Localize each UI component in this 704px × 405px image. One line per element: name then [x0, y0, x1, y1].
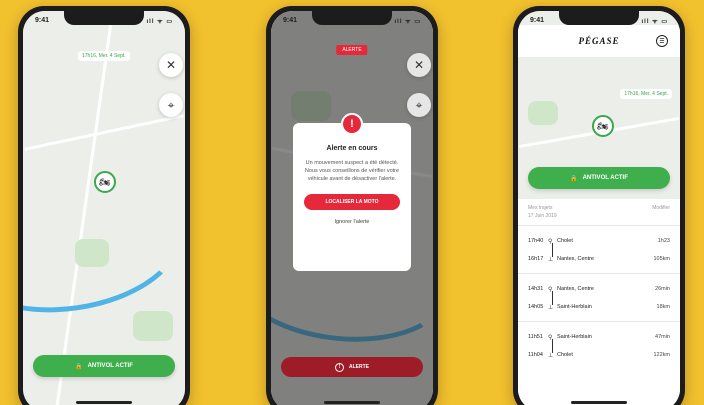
trip-start: 17h40 ⚲ Cholet 1h23: [528, 232, 670, 250]
screen-3: 9:41 ıll ᯤ ▭ PÉGASE ☰ 17h16, Mer. 4 Sept…: [518, 11, 680, 405]
alert-bottom-button[interactable]: ! ALERTE: [281, 357, 423, 377]
close-icon: ✕: [413, 58, 425, 72]
status-bar: 9:41 ıll ᯤ ▭: [530, 17, 668, 25]
trip-start-place: Nantes, Centre: [557, 286, 594, 292]
locate-button[interactable]: ⌖: [407, 93, 431, 117]
status-icons: ıll ᯤ ▭: [641, 19, 668, 25]
lock-icon: 🔒: [75, 363, 83, 370]
close-button[interactable]: ✕: [407, 53, 431, 77]
locate-moto-button[interactable]: LOCALISER LA MOTO: [304, 193, 400, 210]
trip-end-place: Saint-Herblain: [557, 304, 592, 310]
trip-item[interactable]: 17h40 ⚲ Cholet 1h23 16h17 ⊥ Nantes, Cent…: [518, 225, 680, 273]
ignore-alert-link[interactable]: Ignorer l'alerte: [303, 219, 401, 225]
lock-icon: 🔒: [570, 175, 578, 182]
moto-marker[interactable]: 🏍: [94, 171, 116, 193]
motorcycle-icon: 🏍: [597, 120, 609, 131]
trip-end-time: 16h17: [528, 256, 544, 262]
trip-end: 16h17 ⊥ Nantes, Centre 105km: [528, 250, 670, 268]
screen-2: 9:41 ıll ᯤ ▭ ALERTE ✕ ⌖ ! Alerte en cour…: [271, 11, 433, 405]
trip-end: 11h04 ⊥ Cholet 122km: [528, 346, 670, 364]
trip-connector: [552, 243, 553, 257]
trip-duration: 26min: [655, 286, 670, 292]
status-time: 9:41: [35, 17, 50, 24]
status-bar: 9:41 ıll ᯤ ▭: [283, 17, 421, 25]
trip-item[interactable]: 14h31 ⚲ Nantes, Centre 26min 14h05 ⊥ Sai…: [518, 273, 680, 321]
modal-title: Alerte en cours: [326, 145, 378, 152]
trip-connector: [552, 339, 553, 353]
map-road: [24, 114, 184, 151]
warning-icon: !: [335, 362, 344, 372]
alert-icon: !: [341, 113, 363, 135]
timestamp-label: 17h16, Mer. 4 Sept.: [620, 89, 672, 99]
alert-tag: ALERTE: [336, 45, 368, 55]
trip-start-time: 17h40: [528, 238, 544, 244]
close-button[interactable]: ✕: [159, 53, 183, 77]
alert-modal: ! Alerte en cours Un mouvement suspect a…: [293, 113, 411, 271]
locate-button[interactable]: ⌖: [159, 93, 183, 117]
home-indicator[interactable]: [76, 401, 132, 404]
antivol-button[interactable]: 🔒 ANTIVOL ACTIF: [528, 167, 670, 189]
trip-distance: 105km: [653, 256, 670, 262]
trips-header: Mes trajets Modifier: [518, 199, 680, 213]
home-indicator[interactable]: [571, 401, 627, 404]
trips-title: Mes trajets: [528, 205, 553, 211]
trip-start-place: Cholet: [557, 238, 573, 244]
pegase-logo: PÉGASE: [578, 36, 620, 46]
modal-text: Un mouvement suspect a été détecté. Nous…: [304, 160, 400, 182]
status-time: 9:41: [530, 17, 545, 24]
antivol-label: ANTIVOL ACTIF: [87, 363, 133, 369]
trip-start: 11h51 ⚲ Saint-Herblain 47min: [528, 328, 670, 346]
moto-marker[interactable]: 🏍: [592, 115, 614, 137]
trip-start-time: 14h31: [528, 286, 544, 292]
trip-end-place: Nantes, Centre: [557, 256, 594, 262]
status-bar: 9:41 ıll ᯤ ▭: [35, 17, 173, 25]
antivol-label: ANTIVOL ACTIF: [582, 175, 628, 181]
trip-end: 14h05 ⊥ Saint-Herblain 18km: [528, 298, 670, 316]
trip-connector: [552, 291, 553, 305]
trip-distance: 18km: [656, 304, 670, 310]
trips-date: 17 Juin 2019: [528, 213, 557, 219]
screen-1: 9:41 ıll ᯤ ▭ 17h16, Mer. 4 Sept. ✕ ⌖ 🏍 🔒…: [23, 11, 185, 405]
phone-screen-trips: 9:41 ıll ᯤ ▭ PÉGASE ☰ 17h16, Mer. 4 Sept…: [513, 6, 685, 405]
app-header: PÉGASE ☰: [518, 25, 680, 57]
status-time: 9:41: [283, 17, 298, 24]
close-icon: ✕: [165, 58, 177, 72]
trip-item[interactable]: 11h51 ⚲ Saint-Herblain 47min 11h04 ⊥ Cho…: [518, 321, 680, 369]
home-indicator[interactable]: [324, 401, 380, 404]
menu-icon[interactable]: ☰: [656, 35, 668, 47]
trips-panel: Mes trajets Modifier 17 Juin 2019 17h40 …: [518, 199, 680, 405]
trip-distance: 122km: [653, 352, 670, 358]
map-park: [133, 311, 173, 341]
map-park: [528, 101, 558, 125]
antivol-button[interactable]: 🔒 ANTIVOL ACTIF: [33, 355, 175, 377]
timestamp-label: 17h16, Mer. 4 Sept.: [78, 51, 130, 61]
phone-screen-alert: 9:41 ıll ᯤ ▭ ALERTE ✕ ⌖ ! Alerte en cour…: [266, 6, 438, 405]
alert-bottom-label: ALERTE: [349, 364, 369, 370]
trip-start: 14h31 ⚲ Nantes, Centre 26min: [528, 280, 670, 298]
trip-end-time: 14h05: [528, 304, 544, 310]
phone-screen-map: 9:41 ıll ᯤ ▭ 17h16, Mer. 4 Sept. ✕ ⌖ 🏍 🔒…: [18, 6, 190, 405]
crosshair-icon: ⌖: [415, 97, 423, 112]
crosshair-icon: ⌖: [167, 97, 175, 112]
status-icons: ıll ᯤ ▭: [146, 19, 173, 25]
trip-duration: 47min: [655, 334, 670, 340]
status-icons: ıll ᯤ ▭: [394, 19, 421, 25]
modify-link[interactable]: Modifier: [652, 205, 670, 211]
trip-start-time: 11h51: [528, 334, 543, 340]
trip-duration: 1h23: [657, 238, 670, 244]
motorcycle-icon: 🏍: [99, 176, 111, 187]
trip-start-place: Saint-Herblain: [557, 334, 592, 340]
trip-end-time: 11h04: [528, 352, 543, 358]
trip-end-place: Cholet: [557, 352, 573, 358]
